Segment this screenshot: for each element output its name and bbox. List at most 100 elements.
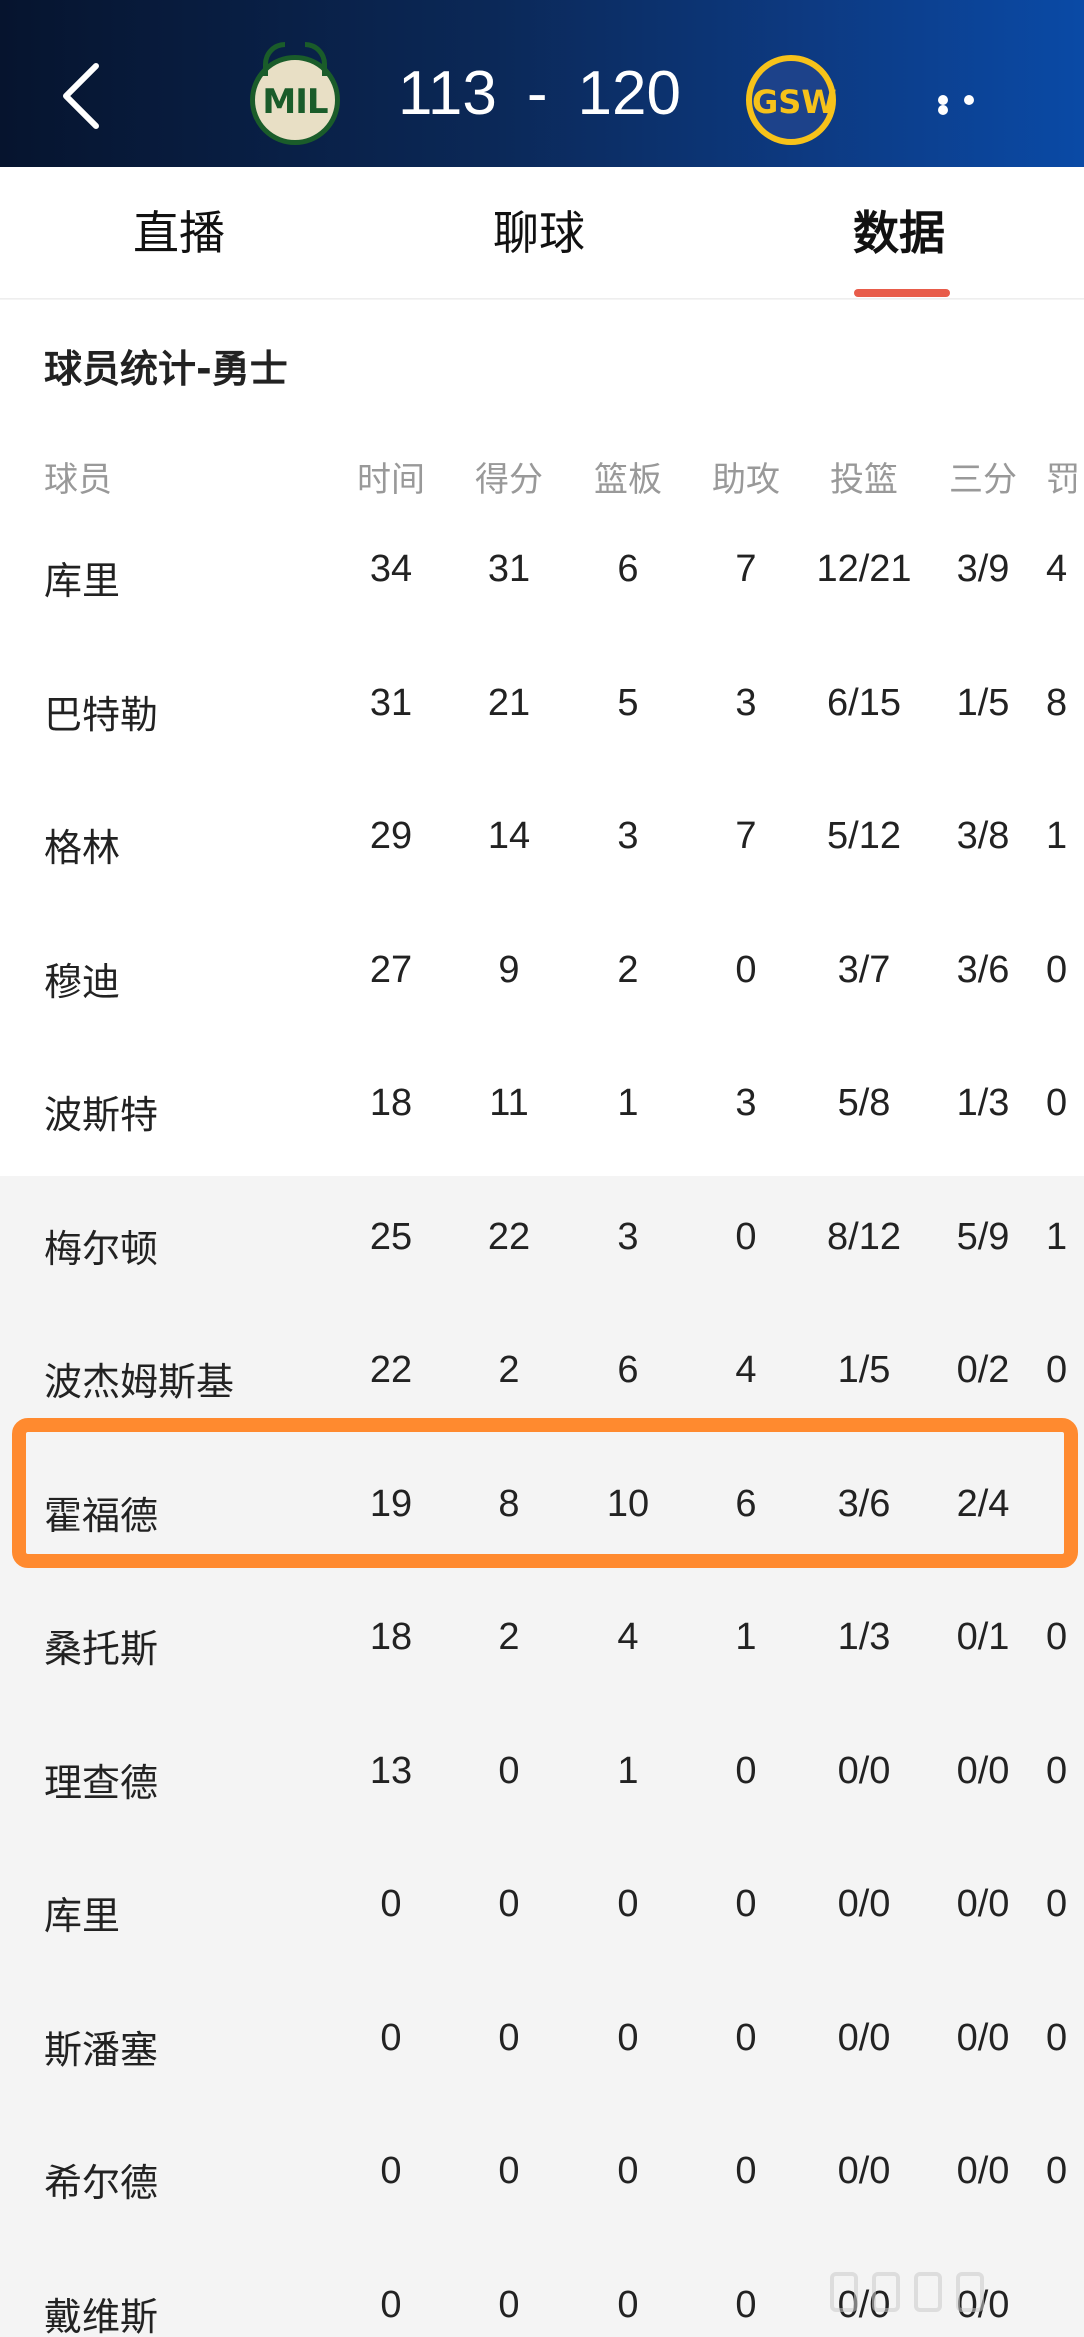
stat-assists: 3 [735,681,757,724]
player-name[interactable]: 穆迪 [44,951,120,1006]
scoreboard: 113-120 [398,58,698,129]
stat-assists: 0 [735,1215,757,1258]
stat-rebounds: 1 [617,1749,639,1792]
tab-bar: 直播 聊球 数据 [0,167,1084,299]
player-name[interactable]: 希尔德 [44,2152,158,2207]
table-row[interactable]: 梅尔顿 25 22 3 0 8/12 5/9 1 [0,1178,1084,1311]
stat-3pt: 3/9 [956,548,1010,590]
stat-fg: 0/0 [837,1883,891,1925]
col-header-3pt: 三分 [949,460,1017,500]
tab-stats[interactable]: 数据 [853,197,945,263]
stat-points: 11 [489,1082,529,1124]
col-header-points: 得分 [475,460,543,500]
player-name[interactable]: 理查德 [44,1752,158,1807]
score-separator: - [526,59,548,128]
stat-3pt: 0/2 [956,1349,1010,1391]
stat-assists: 0 [735,1749,757,1792]
player-name[interactable]: 桑托斯 [44,1618,158,1673]
stat-minutes: 13 [369,1749,413,1792]
stat-points: 31 [487,548,531,590]
table-row[interactable]: 桑托斯 18 2 4 1 1/3 0/1 0 [0,1578,1084,1711]
stat-assists: 0 [735,1883,757,1925]
stat-rebounds: 3 [617,1215,639,1258]
stat-points: 2 [498,1616,520,1658]
stat-points: 14 [487,815,531,857]
stat-rebounds: 0 [617,2283,639,2326]
stat-3pt: 0/1 [956,1616,1010,1658]
col-header-fg: 投篮 [830,460,898,500]
stat-3pt: 3/6 [956,948,1010,991]
stat-minutes: 22 [369,1349,413,1391]
tab-chat[interactable]: 聊球 [493,197,585,263]
player-name[interactable]: 库里 [44,1885,120,1940]
table-row[interactable]: 波斯特 18 11 1 3 5/8 1/3 0 [0,1044,1084,1177]
stat-minutes: 29 [369,815,413,857]
game-header: MIL 113-120 GSW [0,0,1084,167]
table-row[interactable]: 库里 0 0 0 0 0/0 0/0 0 [0,1845,1084,1978]
col-header-assists: 助攻 [712,460,780,500]
away-score: 120 [577,59,681,128]
stat-assists: 7 [735,548,757,590]
player-name[interactable]: 格林 [44,817,120,872]
stat-rebounds: 0 [617,2016,639,2059]
home-team-logo[interactable]: MIL [250,42,340,145]
tab-live[interactable]: 直播 [133,197,225,263]
stat-minutes: 0 [380,1883,402,1925]
stat-points: 9 [498,948,520,991]
table-row[interactable]: 斯潘塞 0 0 0 0 0/0 0/0 0 [0,1979,1084,2112]
stat-minutes: 18 [369,1616,413,1658]
stat-rebounds: 2 [617,948,639,991]
player-name[interactable]: 波杰姆斯基 [44,1351,234,1406]
stat-rebounds: 6 [617,548,639,590]
stat-ft: 0 [1046,1749,1068,1792]
stat-assists: 4 [735,1349,757,1391]
stat-ft: 0 [1046,948,1068,991]
stat-assists: 3 [735,1082,757,1124]
stat-fg: 3/7 [837,948,891,991]
player-name[interactable]: 斯潘塞 [44,2019,158,2074]
stat-fg: 0/0 [837,2016,891,2059]
stat-minutes: 0 [380,2150,402,2192]
stat-points: 0 [498,2016,520,2059]
stat-fg: 12/21 [816,548,912,590]
player-name[interactable]: 戴维斯 [44,2286,158,2337]
player-name[interactable]: 巴特勒 [44,684,158,739]
table-row[interactable]: 巴特勒 31 21 5 3 6/15 1/5 8 [0,644,1084,777]
stat-ft: 0 [1046,1883,1068,1925]
col-header-ft: 罚 [1046,460,1080,500]
stat-rebounds: 1 [617,1082,639,1124]
stat-points: 0 [498,2150,520,2192]
stat-3pt: 0/0 [956,2150,1010,2192]
chevron-left-icon [63,63,99,129]
table-row[interactable]: 穆迪 27 9 2 0 3/7 3/6 0 [0,911,1084,1044]
table-row[interactable]: 格林 29 14 3 7 5/12 3/8 1 [0,777,1084,910]
stat-rebounds: 3 [617,815,639,857]
table-row[interactable]: 理查德 13 0 1 0 0/0 0/0 0 [0,1712,1084,1845]
player-name[interactable]: 库里 [44,550,120,605]
stat-3pt: 1/5 [956,681,1010,724]
stat-ft: 0 [1046,2150,1068,2192]
stat-ft: 0 [1046,1616,1068,1658]
col-header-rebounds: 篮板 [594,460,662,500]
back-button[interactable] [52,56,112,136]
stat-3pt: 0/0 [956,1883,1010,1925]
player-name[interactable]: 波斯特 [44,1084,158,1139]
watermark [830,2272,1030,2322]
table-row[interactable]: 希尔德 0 0 0 0 0/0 0/0 0 [0,2112,1084,2245]
player-name[interactable]: 梅尔顿 [44,1218,158,1273]
stat-minutes: 27 [369,948,413,991]
stat-points: 0 [498,1749,520,1792]
stat-fg: 6/15 [827,681,901,724]
stat-3pt: 0/0 [956,1749,1010,1792]
away-team-logo[interactable]: GSW [746,55,837,145]
stat-minutes: 31 [369,681,413,724]
stat-rebounds: 6 [617,1349,639,1391]
stat-ft: 0 [1046,1082,1068,1124]
stat-rebounds: 5 [617,681,639,724]
stat-fg: 1/5 [837,1349,891,1391]
stat-3pt: 5/9 [956,1215,1010,1258]
stat-3pt: 0/0 [956,2016,1010,2059]
stat-minutes: 25 [369,1215,413,1258]
more-dots-icon[interactable] [938,95,1002,115]
table-row[interactable]: 库里 34 31 6 7 12/21 3/9 4 [0,510,1084,643]
